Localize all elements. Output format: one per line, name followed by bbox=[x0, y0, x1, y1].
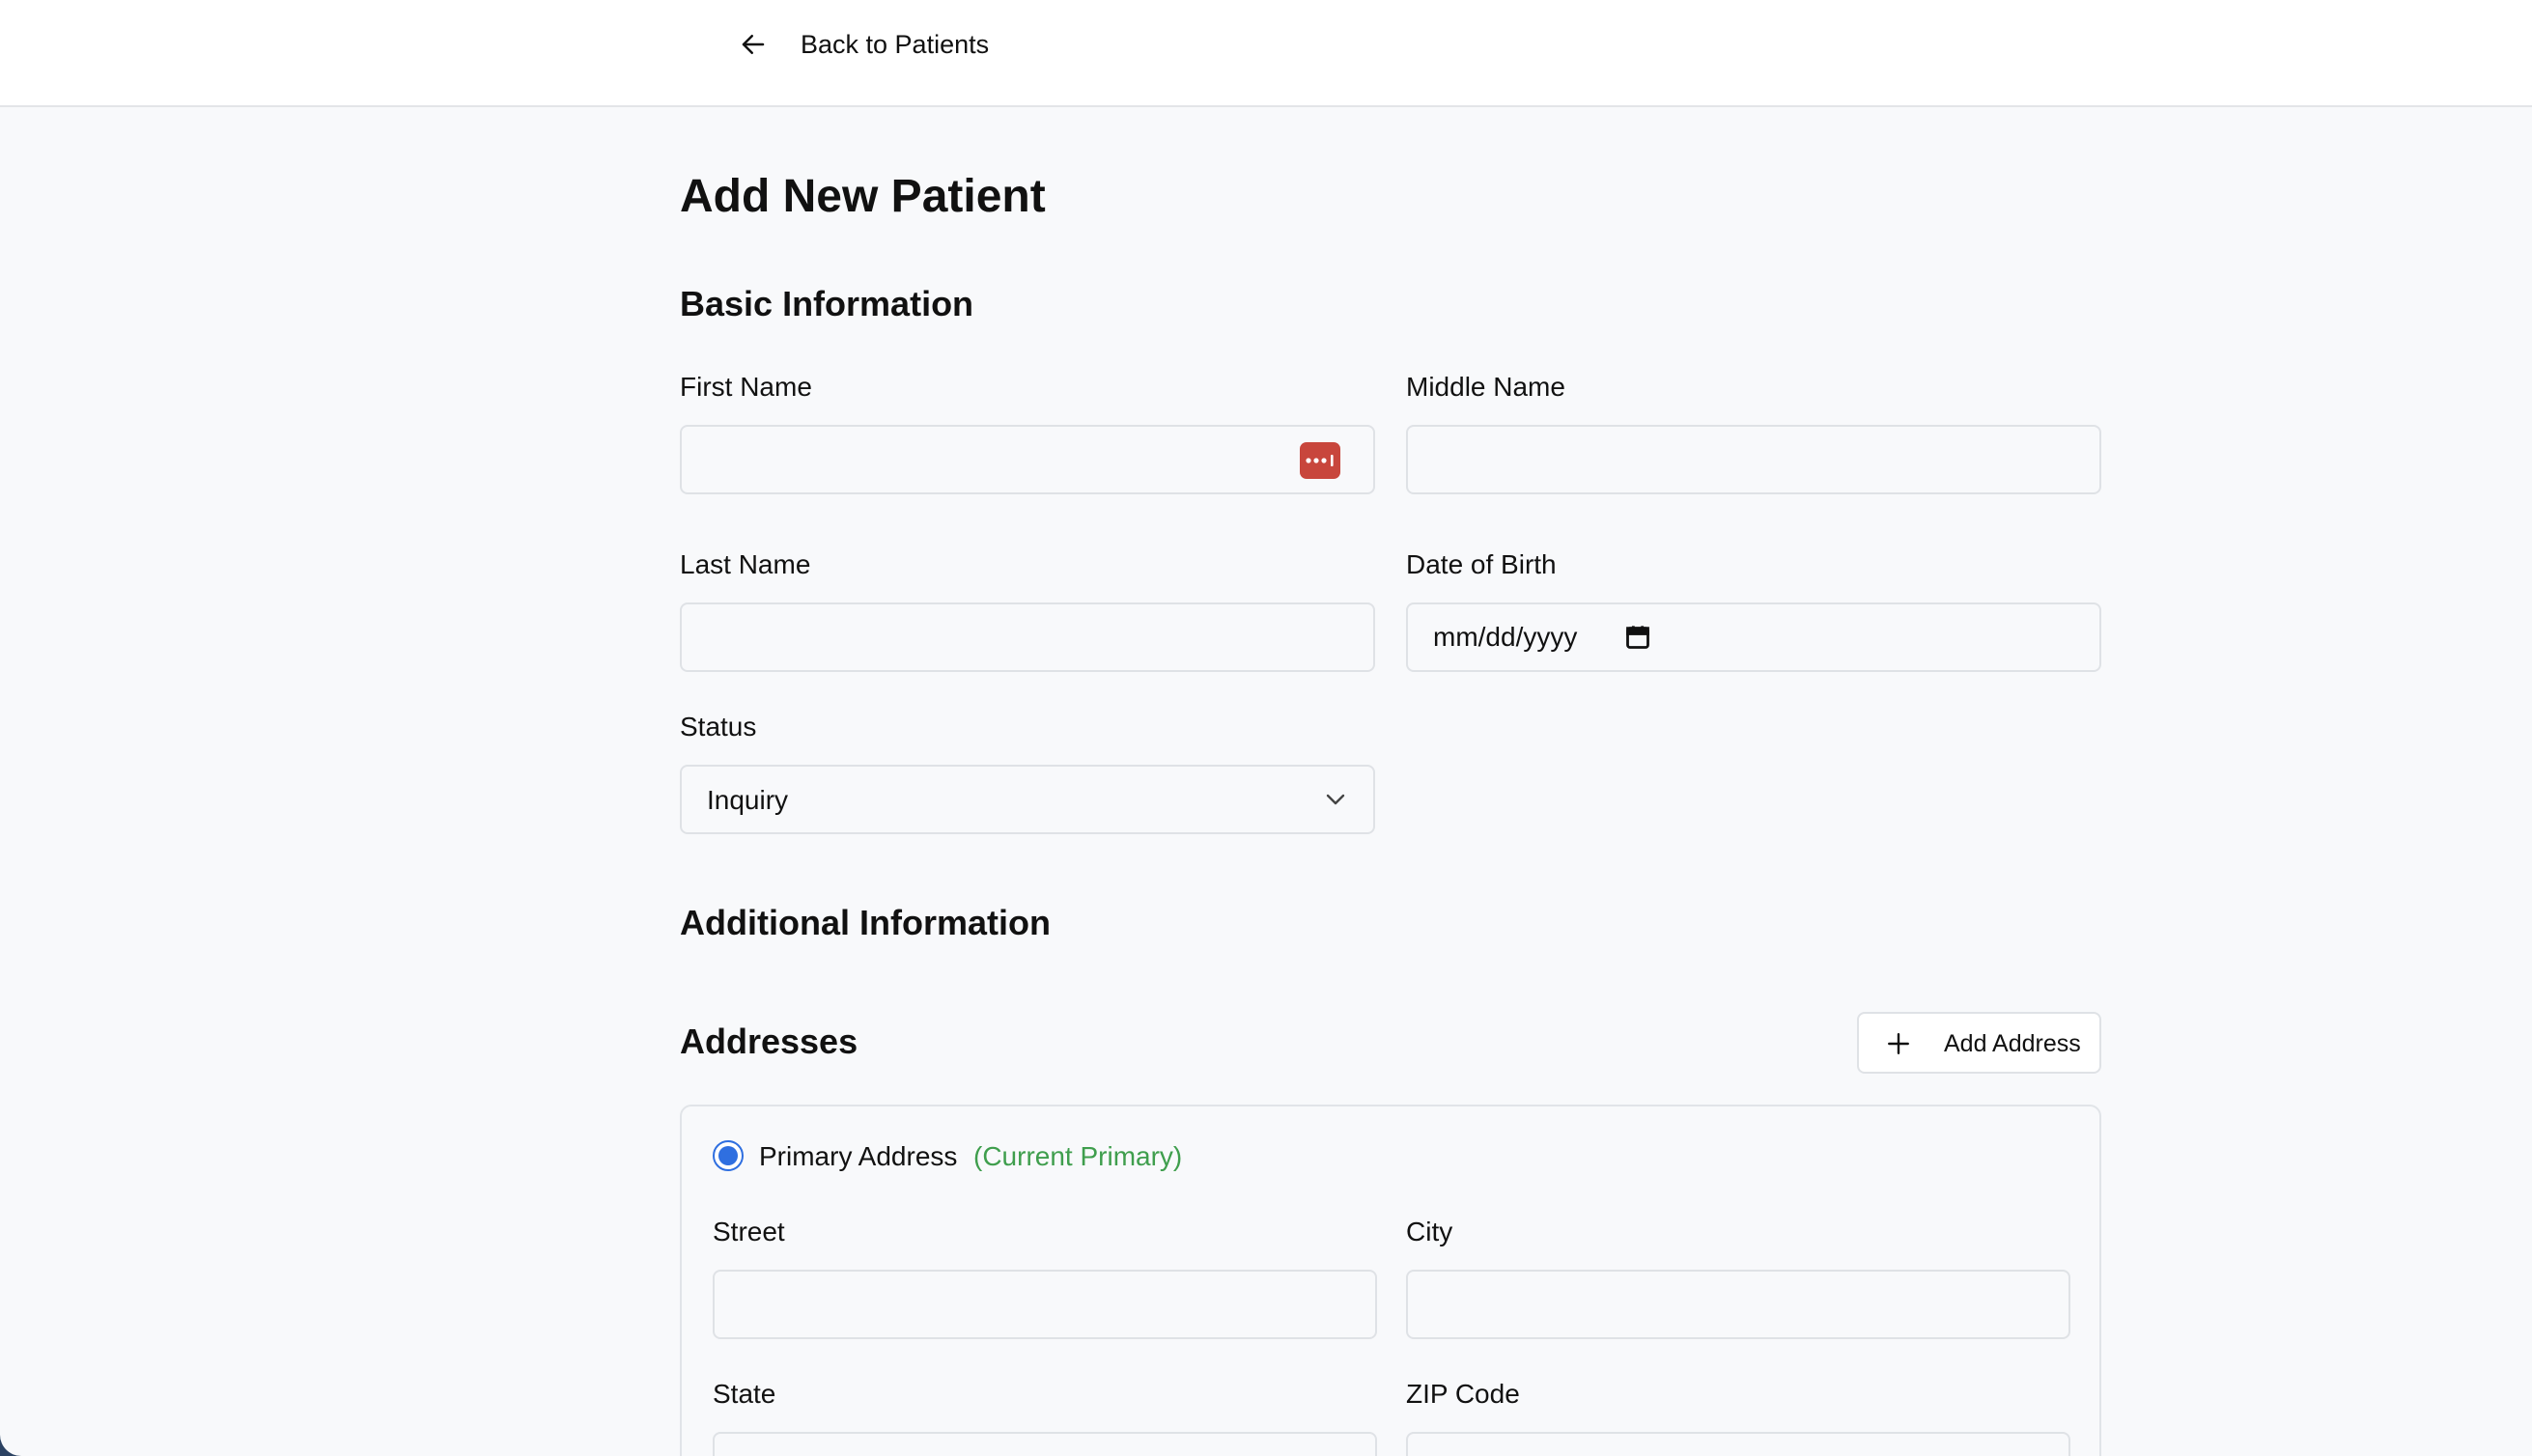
additional-information-heading: Additional Information bbox=[680, 903, 1051, 942]
first-name-label: First Name bbox=[680, 372, 812, 402]
password-manager-icon[interactable] bbox=[1300, 442, 1340, 479]
primary-address-radio[interactable] bbox=[713, 1140, 744, 1171]
back-to-patients-link[interactable]: Back to Patients bbox=[739, 21, 989, 68]
plus-icon bbox=[1888, 1033, 1909, 1054]
city-label: City bbox=[1406, 1217, 1453, 1246]
status-label: Status bbox=[680, 712, 757, 742]
add-address-button[interactable]: Add Address bbox=[1857, 1012, 2101, 1074]
address-card: Primary Address (Current Primary) Street… bbox=[680, 1105, 2101, 1456]
last-name-label: Last Name bbox=[680, 549, 811, 579]
status-selected-value: Inquiry bbox=[707, 785, 789, 815]
addresses-heading: Addresses bbox=[680, 1022, 858, 1061]
top-bar: Back to Patients bbox=[0, 0, 2532, 107]
chevron-down-icon bbox=[1326, 794, 1345, 805]
arrow-left-icon bbox=[742, 35, 765, 54]
date-of-birth-label: Date of Birth bbox=[1406, 549, 1557, 579]
status-select[interactable]: Inquiry bbox=[680, 765, 1375, 834]
zip-code-label: ZIP Code bbox=[1406, 1379, 1520, 1409]
back-link-label: Back to Patients bbox=[801, 29, 990, 59]
zip-code-input[interactable] bbox=[1406, 1432, 2070, 1456]
first-name-input[interactable] bbox=[680, 425, 1375, 494]
calendar-icon[interactable] bbox=[1624, 624, 1651, 651]
date-placeholder: mm/dd/yyyy bbox=[1433, 622, 1578, 652]
street-input[interactable] bbox=[713, 1270, 1377, 1339]
radio-selected-dot bbox=[718, 1146, 738, 1165]
city-input[interactable] bbox=[1406, 1270, 2070, 1339]
basic-information-heading: Basic Information bbox=[680, 284, 974, 323]
state-input[interactable] bbox=[713, 1432, 1377, 1456]
current-primary-badge: (Current Primary) bbox=[973, 1141, 1183, 1171]
add-address-label: Add Address bbox=[1944, 1030, 2081, 1057]
date-of-birth-input[interactable]: mm/dd/yyyy bbox=[1406, 602, 2101, 672]
state-label: State bbox=[713, 1379, 776, 1409]
middle-name-label: Middle Name bbox=[1406, 372, 1565, 402]
page-title: Add New Patient bbox=[680, 171, 1046, 222]
street-label: Street bbox=[713, 1217, 785, 1246]
primary-address-label: Primary Address bbox=[759, 1141, 958, 1171]
middle-name-input[interactable] bbox=[1406, 425, 2101, 494]
app-viewport: Back to Patients Add New Patient Basic I… bbox=[0, 0, 2532, 1456]
last-name-input[interactable] bbox=[680, 602, 1375, 672]
